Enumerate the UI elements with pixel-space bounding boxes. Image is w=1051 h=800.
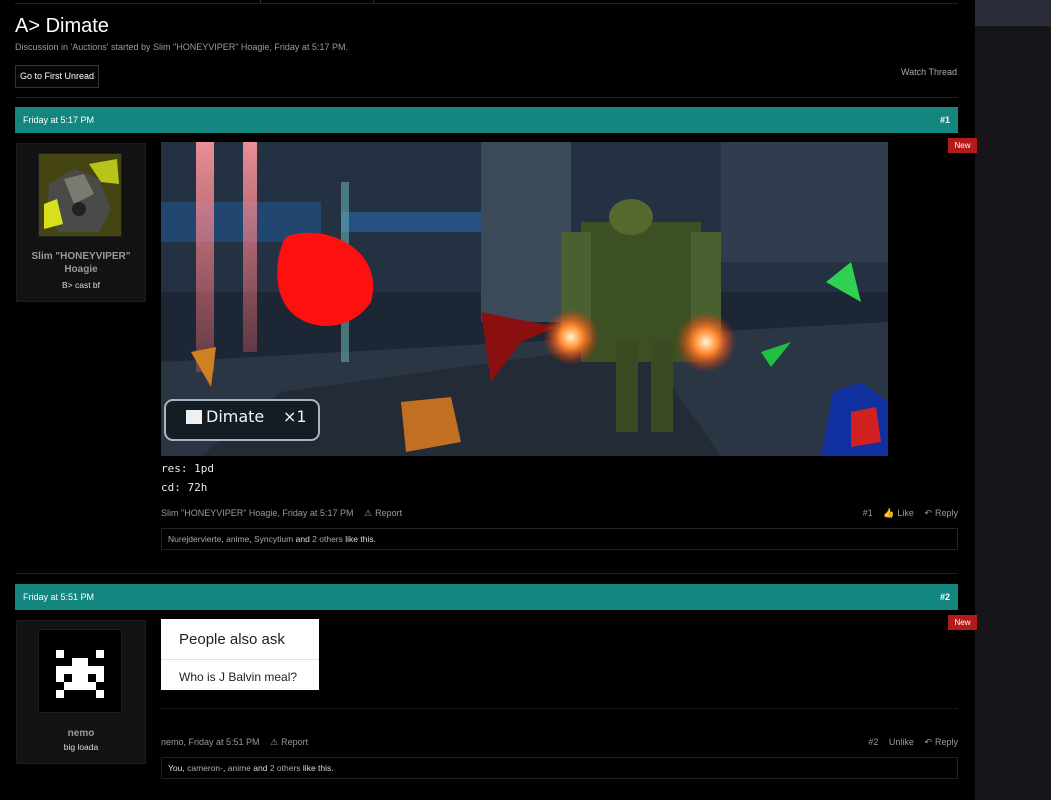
liker-link[interactable]: Syncytium xyxy=(254,534,293,544)
paa-divider xyxy=(161,659,319,660)
likes-summary: You, cameron-, anime and 2 others like t… xyxy=(161,757,958,779)
overlay-item-qty: ×1 xyxy=(283,407,307,426)
avatar-image xyxy=(39,154,121,236)
paa-question: Who is J Balvin meal? xyxy=(179,670,298,684)
user-title: big loada xyxy=(63,742,99,752)
post-number[interactable]: #1 xyxy=(940,107,950,133)
liker-link[interactable]: anime xyxy=(226,534,249,544)
post-date[interactable]: Friday at 5:17 PM xyxy=(23,107,94,133)
post-author-date[interactable]: Slim "HONEYVIPER" Hoagie, Friday at 5:17… xyxy=(161,508,353,518)
liker-link[interactable]: cameron- xyxy=(187,763,223,773)
new-badge: New xyxy=(948,138,977,153)
likes-you: You, xyxy=(168,763,185,773)
likes-and: and xyxy=(253,763,268,773)
likes-suffix: like this. xyxy=(345,534,376,544)
thumbs-up-icon: 👍 xyxy=(883,508,895,518)
likes-suffix: like this. xyxy=(302,763,334,773)
warning-icon: ⚠ xyxy=(270,737,279,747)
thread-meta: Discussion in 'Auctions' started by Slim… xyxy=(15,42,348,52)
post-footer: Slim "HONEYVIPER" Hoagie, Friday at 5:17… xyxy=(161,508,958,522)
reply-link[interactable]: Reply xyxy=(935,737,958,747)
post-screenshot[interactable]: Dimate ×1 xyxy=(161,142,888,456)
post-footer: nemo, Friday at 5:51 PM ⚠ Report #2 Unlik… xyxy=(161,737,958,751)
likes-and: and xyxy=(295,534,310,544)
post-number[interactable]: #2 xyxy=(940,584,950,610)
report-link[interactable]: Report xyxy=(375,508,402,518)
post-date[interactable]: Friday at 5:51 PM xyxy=(23,584,94,610)
post-line: cd: 72h xyxy=(161,481,208,494)
avatar-image xyxy=(39,630,121,712)
sidebar-top-block xyxy=(975,0,1051,26)
user-card: nemo big loada xyxy=(16,620,146,764)
avatar[interactable] xyxy=(38,629,122,713)
post-header: Friday at 5:17 PM #1 xyxy=(15,107,958,133)
user-title: B> cast bf xyxy=(61,280,101,290)
liker-link[interactable]: anime xyxy=(228,763,251,773)
watch-thread-link[interactable]: Watch Thread xyxy=(901,67,957,77)
post-line: res: 1pd xyxy=(161,462,214,475)
first-unread-button[interactable]: Go to First Unread xyxy=(15,65,100,88)
reply-icon: ↶ xyxy=(924,737,932,747)
game-scene: Dimate ×1 xyxy=(161,142,888,456)
unlike-link[interactable]: Unlike xyxy=(889,737,914,747)
likes-others-link[interactable]: 2 others xyxy=(270,763,301,773)
overlay-item-name: Dimate xyxy=(206,407,264,426)
user-name[interactable]: Slim "HONEYVIPER" Hoagie xyxy=(17,250,145,276)
content-divider xyxy=(161,708,958,709)
divider xyxy=(15,573,958,574)
thread-title: A> Dimate xyxy=(15,15,109,37)
post-permalink[interactable]: #1 xyxy=(863,508,873,518)
divider xyxy=(15,97,958,98)
reply-icon: ↶ xyxy=(924,508,932,518)
post-author-date[interactable]: nemo, Friday at 5:51 PM xyxy=(161,737,260,747)
user-name[interactable]: nemo xyxy=(17,727,145,740)
people-also-ask-image[interactable]: People also ask Who is J Balvin meal? xyxy=(161,619,319,690)
post-permalink[interactable]: #2 xyxy=(868,737,878,747)
reply-link[interactable]: Reply xyxy=(935,508,958,518)
warning-icon: ⚠ xyxy=(363,508,373,518)
report-link[interactable]: Report xyxy=(281,737,308,747)
paa-heading: People also ask xyxy=(179,631,285,648)
likes-others-link[interactable]: 2 others xyxy=(312,534,343,544)
user-card: Slim "HONEYVIPER" Hoagie B> cast bf xyxy=(16,143,146,302)
new-badge: New xyxy=(948,615,977,630)
avatar[interactable] xyxy=(38,153,122,237)
top-divider xyxy=(15,0,958,4)
likes-summary: Nurejdervierte, anime, Syncytium and 2 o… xyxy=(161,528,958,550)
post-header: Friday at 5:51 PM #2 xyxy=(15,584,958,610)
like-link[interactable]: Like xyxy=(897,508,914,518)
right-sidebar xyxy=(975,0,1051,800)
liker-link[interactable]: Nurejdervierte xyxy=(168,534,221,544)
